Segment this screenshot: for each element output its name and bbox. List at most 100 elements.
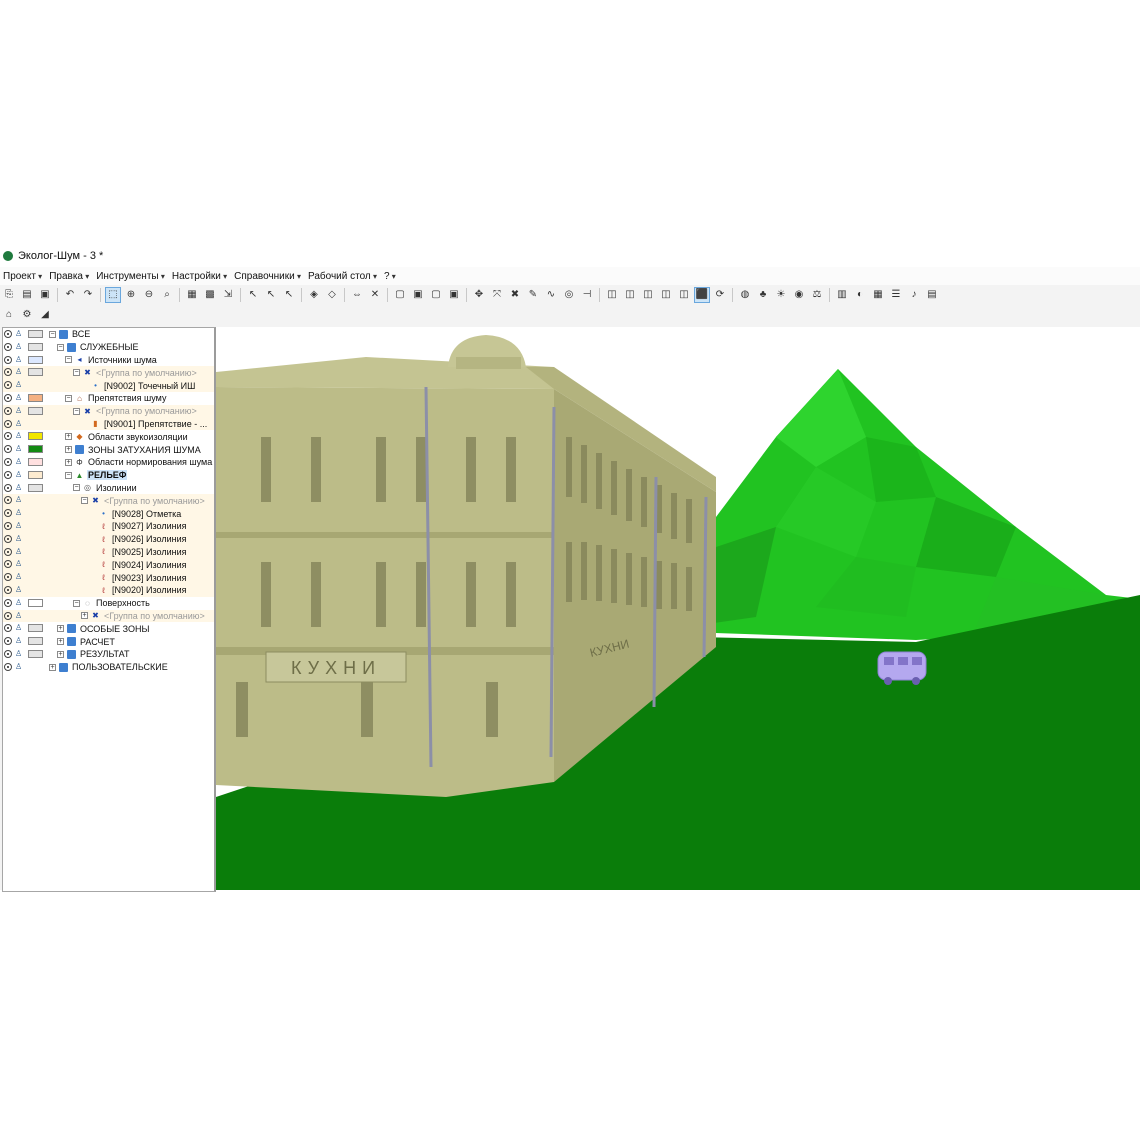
collapse-icon[interactable]: −: [57, 343, 64, 351]
grid-icon[interactable]: ▩: [203, 288, 217, 302]
visibility-eye-icon[interactable]: [4, 381, 12, 390]
edit-lock-icon[interactable]: ♙: [15, 470, 24, 480]
tree-row[interactable]: ♙ + ЗОНЫ ЗАТУХАНИЯ ШУМА: [3, 443, 214, 456]
collapse-icon[interactable]: −: [73, 407, 80, 415]
zoom-out-icon[interactable]: ⊖: [142, 288, 156, 302]
attr1-icon[interactable]: ◫: [605, 288, 619, 302]
visibility-eye-icon[interactable]: [4, 534, 12, 543]
edit-lock-icon[interactable]: ♙: [15, 662, 24, 672]
collapse-icon[interactable]: −: [65, 356, 72, 364]
layer2-icon[interactable]: ▣: [411, 288, 425, 302]
edit-lock-icon[interactable]: ♙: [15, 585, 24, 595]
layer-color-swatch[interactable]: [28, 483, 43, 492]
balance-icon[interactable]: ⚖: [810, 288, 824, 302]
tree-row[interactable]: ♙ + Φ Области нормирования шума: [3, 456, 214, 469]
globe-icon[interactable]: ◐: [853, 288, 867, 302]
tree-row[interactable]: ♙ + ПОЛЬЗОВАТЕЛЬСКИЕ: [3, 661, 214, 674]
curve-icon[interactable]: ∿: [544, 288, 558, 302]
fill-icon[interactable]: ◍: [738, 288, 752, 302]
layer-tree[interactable]: ♙ − ВСЕ ♙ − СЛУЖЕБНЫЕ ♙ − ◂ Источники шума ♙ − ✖ <Гру…: [2, 327, 216, 892]
layer-color-swatch[interactable]: [28, 624, 43, 633]
zoom-window-icon[interactable]: ⌕: [160, 288, 174, 302]
visibility-eye-icon[interactable]: [4, 419, 12, 428]
layer4-icon[interactable]: ▣: [447, 288, 461, 302]
edit-lock-icon[interactable]: ♙: [15, 483, 24, 493]
layer-color-swatch[interactable]: [28, 355, 43, 364]
edit-lock-icon[interactable]: ♙: [15, 495, 24, 505]
scale-icon[interactable]: ⤧: [490, 288, 504, 302]
visibility-eye-icon[interactable]: [4, 637, 12, 646]
tree-row[interactable]: ♙ − ◎ Изолинии: [3, 482, 214, 495]
tree-row[interactable]: ♙ − ⌂ Препятствия шуму: [3, 392, 214, 405]
edit-lock-icon[interactable]: ♙: [15, 521, 24, 531]
edit-lock-icon[interactable]: ♙: [15, 508, 24, 518]
tree-row[interactable]: ♙ − ✖ <Группа по умолчанию>: [3, 494, 214, 508]
visibility-eye-icon[interactable]: [4, 330, 12, 338]
menu-references[interactable]: Справочники: [231, 271, 305, 282]
visibility-eye-icon[interactable]: [4, 598, 12, 607]
tree-row[interactable]: ♙ − ◌ Поверхность: [3, 597, 214, 610]
tree-row[interactable]: ♙ ℓ [N9025] Изолиния: [3, 545, 214, 559]
tree-row[interactable]: ♙ + ◆ Области звукоизоляции: [3, 430, 214, 443]
edit-lock-icon[interactable]: ♙: [15, 444, 24, 454]
tree-row[interactable]: ♙ − ▲ РЕЛЬЕФ: [3, 469, 214, 482]
collapse-icon[interactable]: −: [49, 330, 56, 338]
tree-row[interactable]: ♙ + ✖ <Группа по умолчанию>: [3, 609, 214, 623]
layer-color-swatch[interactable]: [28, 330, 43, 338]
camera-icon[interactable]: ◉: [792, 288, 806, 302]
menu-project[interactable]: Проект: [0, 271, 46, 282]
clear-icon[interactable]: ✕: [368, 288, 382, 302]
tree-icon[interactable]: ♣: [756, 288, 770, 302]
tree-row[interactable]: ♙ + ОСОБЫЕ ЗОНЫ: [3, 622, 214, 635]
tree-row[interactable]: ♙ ℓ [N9027] Изолиния: [3, 519, 214, 533]
tree-row[interactable]: ♙ − ◂ Источники шума: [3, 354, 214, 367]
layer1-icon[interactable]: ▢: [393, 288, 407, 302]
layer3-icon[interactable]: ▢: [429, 288, 443, 302]
expand-icon[interactable]: +: [81, 612, 88, 620]
view-3d-rotate-icon[interactable]: ⟳: [713, 288, 727, 302]
export-icon[interactable]: ⇲: [221, 288, 235, 302]
ruler-icon[interactable]: ⊣: [580, 288, 594, 302]
pointer-icon[interactable]: ↖: [246, 288, 260, 302]
expand-icon[interactable]: +: [57, 638, 64, 646]
save-icon[interactable]: ▣: [38, 288, 52, 302]
edit-lock-icon[interactable]: ♙: [15, 380, 24, 390]
edit-lock-icon[interactable]: ♙: [15, 649, 24, 659]
report-icon[interactable]: ▤: [925, 288, 939, 302]
expand-icon[interactable]: +: [65, 446, 72, 454]
tree-row[interactable]: ♙ − ВСЕ: [3, 328, 214, 341]
edit-lock-icon[interactable]: ♙: [15, 457, 24, 467]
eraser-icon[interactable]: ◢: [38, 308, 52, 322]
expand-icon[interactable]: +: [57, 650, 64, 658]
grid-3d-icon[interactable]: ▦: [871, 288, 885, 302]
edit-lock-icon[interactable]: ♙: [15, 406, 24, 416]
visibility-eye-icon[interactable]: [4, 662, 12, 671]
tree-row[interactable]: ♙ + РАСЧЕТ: [3, 635, 214, 648]
edit-icon[interactable]: ✎: [526, 288, 540, 302]
visibility-eye-icon[interactable]: [4, 393, 12, 402]
3d-viewport[interactable]: КУХНИ КУХНИ: [216, 327, 1140, 890]
attr3-icon[interactable]: ◫: [641, 288, 655, 302]
tree-row[interactable]: ♙ + РЕЗУЛЬТАТ: [3, 648, 214, 661]
visibility-eye-icon[interactable]: [4, 368, 12, 377]
visibility-eye-icon[interactable]: [4, 496, 12, 505]
folder-open-icon[interactable]: ▤: [20, 288, 34, 302]
layer-color-swatch[interactable]: [28, 393, 43, 402]
expand-icon[interactable]: +: [49, 663, 56, 671]
measure-icon[interactable]: ⇔: [350, 288, 364, 302]
edit-lock-icon[interactable]: ♙: [15, 329, 24, 339]
tree-row[interactable]: ♙ • [N9002] Точечный ИШ: [3, 379, 214, 392]
visibility-eye-icon[interactable]: [4, 457, 12, 466]
view-3d-icon[interactable]: ⬛: [694, 287, 710, 303]
visibility-eye-icon[interactable]: [4, 624, 12, 633]
node-icon[interactable]: ◈: [307, 288, 321, 302]
light-icon[interactable]: ☀: [774, 288, 788, 302]
visibility-eye-icon[interactable]: [4, 470, 12, 479]
layers-icon[interactable]: ☰: [889, 288, 903, 302]
open-icon[interactable]: ⎘: [2, 288, 16, 302]
visibility-eye-icon[interactable]: [4, 432, 12, 441]
redo-icon[interactable]: ↷: [81, 288, 95, 302]
edit-lock-icon[interactable]: ♙: [15, 598, 24, 608]
visibility-eye-icon[interactable]: [4, 355, 12, 364]
move-icon[interactable]: ✥: [472, 288, 486, 302]
